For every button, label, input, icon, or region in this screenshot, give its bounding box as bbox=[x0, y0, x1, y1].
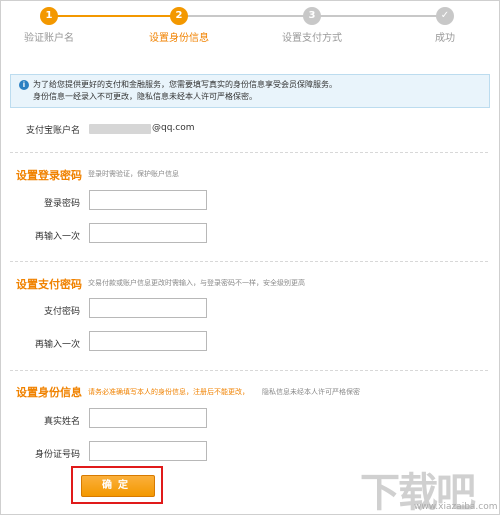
step-2-icon: 2 bbox=[170, 7, 188, 25]
identity-title: 设置身份信息 bbox=[16, 386, 82, 399]
step-2-label: 设置身份信息 bbox=[149, 33, 209, 44]
pay-password-note: 交易付款或账户信息更改时需输入，与登录密码不一样，安全级别更高 bbox=[88, 279, 305, 287]
info-icon: i bbox=[19, 80, 29, 90]
pay-password-label: 支付密码 bbox=[43, 307, 80, 317]
info-notice: i 为了给您提供更好的支付和金融服务，您需要填写真实的身份信息享受会员保障服务。… bbox=[10, 74, 490, 108]
step-connector bbox=[320, 15, 437, 17]
login-password-input[interactable] bbox=[89, 190, 207, 210]
identity-note-warning: 请务必准确填写本人的身份信息，注册后不能更改， bbox=[88, 388, 249, 396]
pay-password-confirm-label: 再输入一次 bbox=[34, 340, 80, 350]
divider bbox=[10, 261, 488, 262]
pay-password-title: 设置支付密码 bbox=[16, 278, 82, 291]
real-name-input[interactable] bbox=[89, 408, 207, 428]
confirm-button[interactable]: 确定 bbox=[81, 475, 155, 497]
info-text: 为了给您提供更好的支付和金融服务，您需要填写真实的身份信息享受会员保障服务。 身… bbox=[33, 79, 337, 103]
login-password-confirm-input[interactable] bbox=[89, 223, 207, 243]
real-name-label: 真实姓名 bbox=[43, 417, 80, 427]
pay-password-input[interactable] bbox=[89, 298, 207, 318]
step-connector bbox=[55, 15, 175, 17]
step-4-label: 成功 bbox=[435, 33, 455, 44]
login-password-note: 登录时需验证，保护账户信息 bbox=[88, 170, 179, 178]
id-number-label: 身份证号码 bbox=[34, 450, 80, 460]
step-3-icon: 3 bbox=[303, 7, 321, 25]
progress-steps: 1 2 3 ✓ 验证账户名 设置身份信息 设置支付方式 成功 bbox=[0, 0, 500, 46]
account-label: 支付宝账户名 bbox=[25, 126, 80, 136]
identity-note-privacy: 隐私信息未经本人许可严格保密 bbox=[262, 388, 360, 396]
account-redacted bbox=[89, 124, 151, 134]
step-1-label: 验证账户名 bbox=[24, 33, 74, 44]
account-value: @qq.com bbox=[152, 123, 195, 133]
id-number-input[interactable] bbox=[89, 441, 207, 461]
info-line-1: 为了给您提供更好的支付和金融服务，您需要填写真实的身份信息享受会员保障服务。 bbox=[33, 80, 337, 89]
pay-password-confirm-input[interactable] bbox=[89, 331, 207, 351]
confirm-highlight: 确定 bbox=[71, 466, 163, 504]
step-1-icon: 1 bbox=[40, 7, 58, 25]
login-password-label: 登录密码 bbox=[43, 199, 80, 209]
divider bbox=[10, 152, 488, 153]
step-success-check-icon: ✓ bbox=[436, 7, 454, 25]
site-watermark: 下载吧 www.xiazaiba.com bbox=[360, 460, 498, 516]
info-line-2: 身份信息一经录入不可更改，隐私信息未经本人许可严格保密。 bbox=[33, 92, 257, 101]
login-password-confirm-label: 再输入一次 bbox=[34, 232, 80, 242]
login-password-title: 设置登录密码 bbox=[16, 169, 82, 182]
step-connector bbox=[187, 15, 304, 17]
divider bbox=[10, 370, 488, 371]
watermark-url: www.xiazaiba.com bbox=[414, 502, 498, 512]
step-3-label: 设置支付方式 bbox=[282, 33, 342, 44]
